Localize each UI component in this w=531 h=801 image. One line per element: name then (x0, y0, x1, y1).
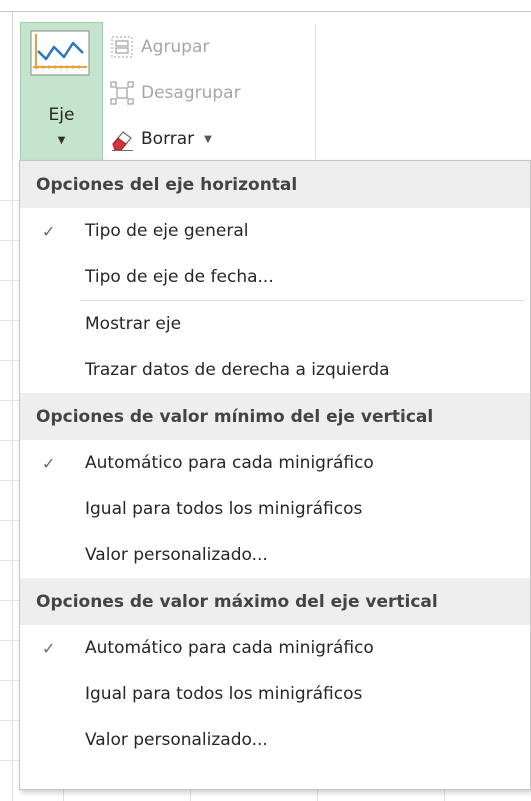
menu-item-general-axis-type[interactable]: ✓ Tipo de eje general (20, 208, 530, 254)
group-button[interactable]: Agrupar (109, 32, 209, 62)
menu-item-show-axis[interactable]: Mostrar eje (20, 301, 530, 347)
chevron-down-icon: ▼ (57, 135, 66, 146)
menu-item-date-axis-type[interactable]: Tipo de eje de fecha... (20, 254, 530, 300)
menu-item-label: Mostrar eje (85, 314, 182, 334)
ungroup-icon (110, 81, 134, 105)
grid-line (317, 790, 318, 801)
section-header-vertical-max: Opciones de valor máximo del eje vertica… (20, 578, 530, 625)
eraser-icon (112, 131, 133, 151)
menu-item-label: Igual para todos los minigráficos (85, 499, 363, 519)
section-header-horizontal-axis: Opciones del eje horizontal (20, 161, 530, 208)
menu-item-label: Igual para todos los minigráficos (85, 684, 363, 704)
grid-line (63, 790, 64, 801)
ungroup-button[interactable]: Desagrupar (109, 78, 241, 108)
group-label: Agrupar (141, 37, 210, 57)
menu-item-label: Valor personalizado... (85, 545, 268, 565)
axis-button[interactable]: Eje ▼ (20, 22, 103, 172)
menu-item-max-custom-value[interactable]: Valor personalizado... (20, 717, 530, 763)
menu-item-label: Automático para cada minigráfico (85, 638, 374, 658)
menu-item-max-automatic[interactable]: ✓ Automático para cada minigráfico (20, 625, 530, 671)
ribbon-group-separator (315, 24, 316, 162)
menu-item-max-same-for-all[interactable]: Igual para todos los minigráficos (20, 671, 530, 717)
axis-options-menu: Opciones del eje horizontal ✓ Tipo de ej… (19, 160, 531, 790)
ungroup-label: Desagrupar (141, 83, 241, 103)
menu-item-label: Tipo de eje de fecha... (85, 267, 274, 287)
menu-item-label: Trazar datos de derecha a izquierda (85, 360, 390, 380)
section-header-vertical-min: Opciones de valor mínimo del eje vertica… (20, 393, 530, 440)
menu-item-min-custom-value[interactable]: Valor personalizado... (20, 532, 530, 578)
checkmark-icon: ✓ (42, 453, 56, 473)
chevron-down-icon: ▼ (204, 133, 212, 145)
menu-item-label: Valor personalizado... (85, 730, 268, 750)
group-icon (111, 36, 133, 58)
clear-label: Borrar (141, 129, 195, 149)
menu-item-plot-right-to-left[interactable]: Trazar datos de derecha a izquierda (20, 347, 530, 393)
grid-line (444, 790, 445, 801)
grid-line (190, 790, 191, 801)
menu-item-label: Automático para cada minigráfico (85, 453, 374, 473)
sparkline-group-ribbon: Eje ▼ Agrupar Desagrupar Borrar ▼ (12, 12, 531, 172)
axis-chart-icon (30, 30, 90, 76)
clear-button[interactable]: Borrar ▼ (109, 124, 212, 154)
checkmark-icon: ✓ (42, 221, 56, 241)
menu-item-label: Tipo de eje general (85, 221, 249, 241)
checkmark-icon: ✓ (42, 638, 56, 658)
menu-item-min-same-for-all[interactable]: Igual para todos los minigráficos (20, 486, 530, 532)
menu-item-min-automatic[interactable]: ✓ Automático para cada minigráfico (20, 440, 530, 486)
axis-button-label: Eje (48, 105, 75, 125)
